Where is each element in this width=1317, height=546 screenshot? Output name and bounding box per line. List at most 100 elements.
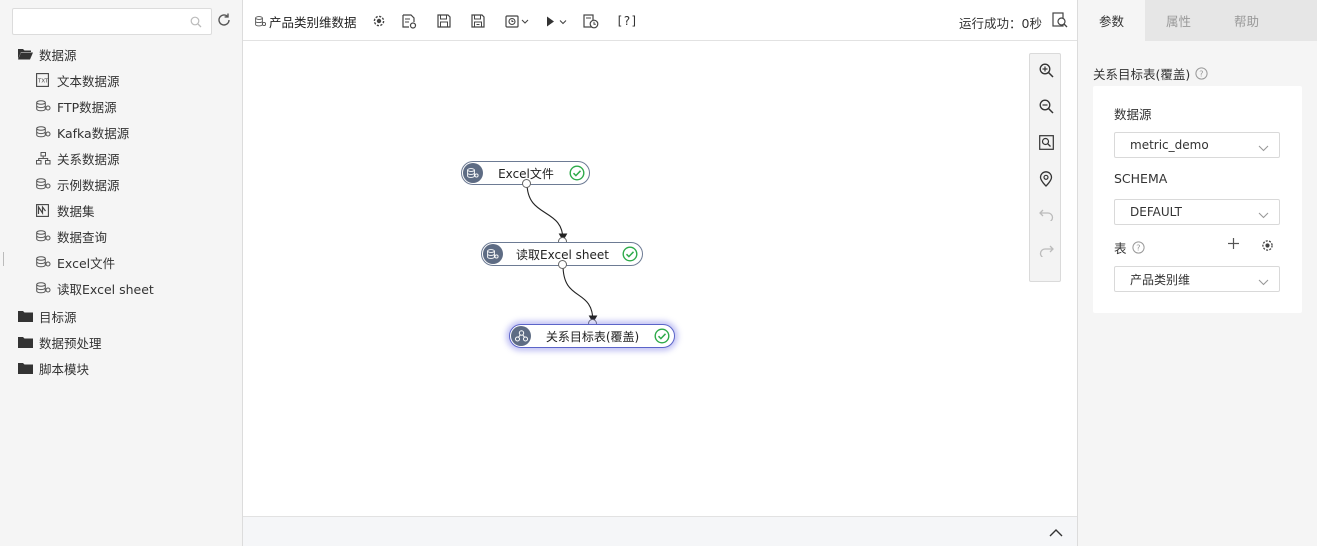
chevron-down-icon: [1258, 208, 1269, 222]
fit-view-icon: [1038, 134, 1054, 150]
flow-node-label: 关系目标表(覆盖): [545, 329, 640, 344]
undo-button[interactable]: [1037, 206, 1055, 224]
tree-item-dataset[interactable]: 数据集: [36, 200, 95, 220]
help-circle-icon[interactable]: ?: [1195, 67, 1208, 80]
hierarchy-icon: [511, 326, 531, 346]
tree-folder-target[interactable]: 目标源: [18, 306, 77, 326]
help-circle-icon[interactable]: ?: [1131, 241, 1145, 254]
tree-item-label: 数据查询: [57, 229, 108, 245]
database-icon: [36, 100, 51, 112]
search-icon[interactable]: [190, 16, 202, 31]
tree-folder-label: 数据源: [39, 47, 77, 63]
tree-item-text-datasource[interactable]: TXT 文本数据源: [36, 70, 120, 90]
tree-item-label: FTP数据源: [57, 99, 117, 115]
folder-icon: [18, 362, 33, 374]
zoom-in-button[interactable]: [1037, 61, 1055, 79]
text-file-icon: TXT: [36, 73, 51, 87]
tab-attributes[interactable]: 属性: [1145, 0, 1212, 41]
flow-tab[interactable]: 产品类别维数据: [255, 12, 357, 31]
database-icon: [36, 282, 51, 294]
run-dropdown-button[interactable]: [545, 12, 569, 30]
tree-item-label: Kafka数据源: [57, 125, 130, 141]
log-search-icon[interactable]: [1052, 12, 1068, 31]
panel-title: 关系目标表(覆盖) ?: [1093, 64, 1208, 83]
save-button[interactable]: [437, 12, 451, 30]
bottom-log-bar: [243, 516, 1077, 546]
edge-excel-to-read-sheet: [526, 182, 568, 242]
tree-item-label: Excel文件: [57, 255, 116, 271]
tree-folder-preprocess[interactable]: 数据预处理: [18, 332, 102, 352]
database-icon: [36, 178, 51, 190]
save-as-icon: [471, 13, 485, 28]
toolbar: 产品类别维数据 [?] 运行成功：0秒: [243, 0, 1077, 41]
flow-tab-title: 产品类别维数据: [269, 15, 357, 30]
tree-item-sample-datasource[interactable]: 示例数据源: [36, 174, 120, 194]
save-as-button[interactable]: [471, 12, 486, 30]
svg-text:TXT: TXT: [37, 79, 49, 85]
resize-handle[interactable]: [3, 252, 4, 266]
chevron-down-icon: [1258, 275, 1269, 289]
undo-icon: [1038, 209, 1053, 221]
document-settings-icon: [402, 13, 417, 29]
help-button[interactable]: [?]: [616, 12, 638, 30]
gear-icon[interactable]: [1261, 239, 1274, 255]
flow-file-icon: [255, 15, 266, 28]
table-select[interactable]: 产品类别维: [1114, 266, 1280, 292]
table-label: 表 ?: [1114, 238, 1145, 257]
left-panel: 数据源 TXT 文本数据源 FTP数据源 Kafka数据源 关系数据源 示例数据…: [0, 0, 243, 546]
save-icon: [437, 14, 451, 28]
chevron-up-icon[interactable]: [1049, 526, 1063, 540]
schedule-dropdown-button[interactable]: [505, 12, 529, 30]
database-icon: [483, 244, 503, 264]
redo-icon: [1039, 245, 1054, 257]
hierarchy-icon: [36, 151, 51, 165]
svg-text:?: ?: [1199, 70, 1203, 79]
table-label-text: 表: [1114, 241, 1127, 256]
tree-folder-label: 目标源: [39, 309, 77, 325]
fit-view-button[interactable]: [1037, 133, 1055, 151]
tree-folder-script[interactable]: 脚本模块: [18, 358, 89, 378]
location-pin-icon: [1039, 171, 1053, 187]
tree-item-excel-file[interactable]: Excel文件: [36, 252, 115, 272]
tree-item-label: 读取Excel sheet: [57, 281, 154, 297]
success-check-icon: [622, 246, 638, 262]
run-status: 运行成功：0秒: [959, 16, 1042, 31]
tree-item-label: 数据集: [57, 203, 95, 219]
redo-button[interactable]: [1037, 242, 1055, 260]
tree-item-label: 关系数据源: [57, 151, 120, 167]
flow-edges: [526, 182, 598, 324]
success-check-icon: [654, 328, 670, 344]
tree-item-kafka-datasource[interactable]: Kafka数据源: [36, 122, 129, 142]
database-icon: [36, 230, 51, 242]
tab-params[interactable]: 参数: [1078, 0, 1145, 41]
flow-node-relational-target[interactable]: 关系目标表(覆盖): [509, 324, 675, 348]
right-panel: 参数 属性 帮助 关系目标表(覆盖) ? 数据源 metric_demo SCH…: [1077, 0, 1317, 546]
svg-text:?: ?: [1136, 244, 1140, 253]
datasource-select[interactable]: metric_demo: [1114, 132, 1280, 158]
schema-select[interactable]: DEFAULT: [1114, 199, 1280, 225]
search-box[interactable]: [12, 8, 212, 35]
search-input[interactable]: [13, 9, 183, 34]
chevron-down-icon: [1258, 141, 1269, 155]
plus-icon[interactable]: [1227, 237, 1240, 253]
zoom-out-button[interactable]: [1037, 97, 1055, 115]
folder-open-icon: [18, 48, 33, 60]
tree-item-read-excel-sheet[interactable]: 读取Excel sheet: [36, 278, 154, 298]
tree-item-data-query[interactable]: 数据查询: [36, 226, 107, 246]
tree-item-ftp-datasource[interactable]: FTP数据源: [36, 96, 117, 116]
output-port[interactable]: [522, 179, 531, 188]
flow-canvas[interactable]: Excel文件 读取Excel sheet 关系目标表(覆盖): [243, 41, 1077, 516]
settings-button[interactable]: [372, 12, 386, 30]
database-icon: [36, 256, 51, 268]
history-button[interactable]: [583, 12, 599, 30]
tree-item-label: 文本数据源: [57, 73, 120, 89]
tab-help[interactable]: 帮助: [1213, 0, 1280, 41]
locate-button[interactable]: [1037, 170, 1055, 188]
properties-button[interactable]: [402, 12, 417, 30]
tree-folder-datasource[interactable]: 数据源: [18, 44, 77, 64]
success-check-icon: [569, 165, 585, 181]
property-tabs: 参数 属性 帮助: [1078, 0, 1317, 41]
output-port[interactable]: [558, 260, 567, 269]
refresh-icon[interactable]: [216, 12, 232, 31]
tree-item-relational-datasource[interactable]: 关系数据源: [36, 148, 120, 168]
